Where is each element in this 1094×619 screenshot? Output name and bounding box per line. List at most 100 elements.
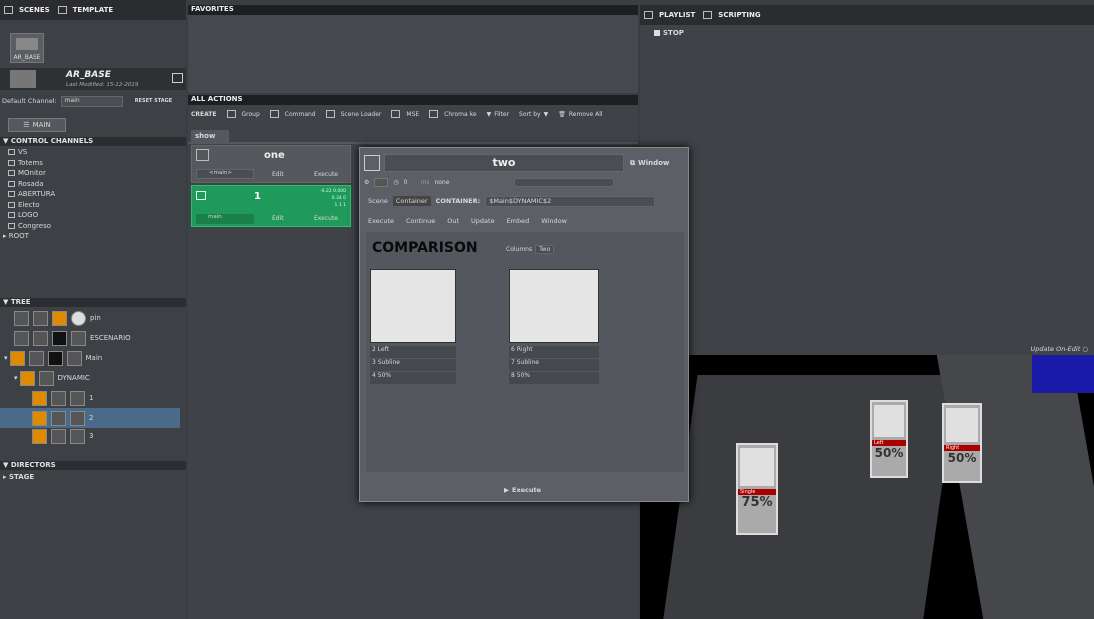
channel-icon: [8, 212, 15, 219]
chroma-key-button[interactable]: Chroma ke: [429, 110, 477, 118]
tree-header[interactable]: ▼ TREE: [0, 298, 186, 307]
filter-button[interactable]: ▼ Filter: [487, 111, 509, 118]
person-photo: [874, 405, 904, 437]
channel-item[interactable]: VS: [0, 147, 186, 158]
continue-button[interactable]: Continue: [406, 217, 435, 225]
action-card-1[interactable]: 1 -0.22 0.000 0.34 0 1 1 1 main Edit Exe…: [191, 185, 351, 227]
columns-select[interactable]: Columns Two: [506, 244, 555, 255]
default-channel-select[interactable]: main: [60, 95, 123, 107]
sort-by-button[interactable]: Sort by ▼: [519, 111, 548, 118]
card-1-execute[interactable]: Execute: [314, 215, 338, 222]
left-tabs: SCENES TEMPLATE: [0, 0, 186, 20]
person-photo: [946, 408, 978, 442]
tree-item-1[interactable]: 1: [0, 388, 180, 408]
tab-template[interactable]: TEMPLATE: [57, 6, 113, 14]
overlay-card-left: Left 50%: [870, 400, 908, 478]
group-icon: [226, 110, 236, 118]
card-one-channel[interactable]: <main>: [196, 169, 254, 179]
card-1-v2: 0.34 0: [331, 196, 346, 201]
channel-item[interactable]: LOGO: [0, 210, 186, 221]
tree-item-escenario[interactable]: ESCENARIO: [0, 328, 180, 348]
action-edit-dialog: two ⧉ Window ⚙ ◷ 0 ms none Scene Containe…: [359, 147, 689, 502]
main-button[interactable]: ☰ MAIN: [8, 118, 66, 132]
card-1-channel[interactable]: main: [196, 214, 254, 224]
window-button[interactable]: ⧉ Window: [630, 159, 669, 168]
upload-icon[interactable]: [172, 73, 183, 83]
color-swatch[interactable]: [374, 177, 389, 187]
tab-scripting[interactable]: SCRIPTING: [703, 11, 761, 19]
channel-icon: [8, 180, 15, 187]
channel-icon: [8, 201, 15, 208]
tab-show[interactable]: show: [191, 130, 229, 142]
card-one-execute[interactable]: Execute: [314, 171, 338, 178]
channel-item[interactable]: Congreso: [0, 221, 186, 232]
tab-scenes[interactable]: SCENES: [4, 6, 50, 14]
control-channels-header[interactable]: ▼ CONTROL CHANNELS: [0, 137, 186, 146]
reset-stage-button[interactable]: RESET STAGE: [135, 98, 172, 104]
container-tab[interactable]: Container: [392, 196, 431, 206]
scene-loader-button[interactable]: Scene Loader: [325, 110, 381, 118]
stop-button[interactable]: STOP: [654, 29, 684, 37]
remove-all-button[interactable]: 🗑 Remove All: [558, 111, 602, 118]
right-field-3[interactable]: 8 50%: [509, 372, 599, 384]
card-one-title: one: [264, 150, 285, 161]
left-field-3[interactable]: 4 50%: [370, 372, 456, 384]
scene-thumbnail[interactable]: AR_BASE: [10, 33, 44, 63]
viewport-3d[interactable]: Single 75% Left 50% Right 50%: [640, 355, 1094, 619]
execute-button[interactable]: Execute: [368, 217, 394, 225]
mse-button[interactable]: MSE: [391, 110, 419, 118]
dialog-settings-row: ⚙ ◷ 0 ms none: [364, 176, 686, 188]
channel-item[interactable]: ABERTURA: [0, 189, 186, 200]
update-on-edit-toggle[interactable]: Update On-Edit ○: [1030, 345, 1088, 353]
dialog-title[interactable]: two: [384, 154, 624, 172]
card-one-edit[interactable]: Edit: [272, 171, 284, 178]
root-item[interactable]: ▸ ROOT: [0, 231, 186, 241]
channel-item[interactable]: MOnitor: [0, 168, 186, 179]
action-card-one[interactable]: one <main> Edit Execute: [191, 145, 351, 183]
tree-item-dynamic[interactable]: ▾ DYNAMIC: [0, 368, 180, 388]
scenes-icon: [4, 6, 13, 14]
update-button[interactable]: Update: [471, 217, 495, 225]
right-field-2[interactable]: 7 Subline: [509, 359, 599, 371]
tree-item-2[interactable]: 2: [0, 408, 180, 428]
dialog-actions-row: Execute Continue Out Update Embed Window: [368, 214, 688, 228]
channel-item[interactable]: Totems: [0, 158, 186, 169]
left-field-1[interactable]: 2 Left: [370, 346, 456, 358]
card-1-v1: -0.22 0.000: [320, 189, 346, 194]
out-button[interactable]: Out: [447, 217, 459, 225]
dialog-type-icon: [364, 155, 380, 171]
mse-icon: [391, 110, 401, 118]
channel-item[interactable]: Rosada: [0, 179, 186, 190]
channel-select[interactable]: [514, 177, 615, 187]
main-icon: ☰: [23, 121, 30, 129]
none-value[interactable]: none: [434, 179, 449, 186]
tree-item-3[interactable]: 3: [0, 428, 180, 444]
channel-list: VS Totems MOnitor Rosada ABERTURA Electo…: [0, 147, 186, 241]
group-button[interactable]: Group: [226, 110, 260, 118]
card-1-edit[interactable]: Edit: [272, 215, 284, 222]
scene-info-thumb: [10, 70, 36, 88]
stage-item[interactable]: ▸ STAGE: [3, 473, 34, 481]
template-icon: [57, 6, 67, 14]
delay-unit: ms: [420, 178, 430, 186]
scene-thumb-icon: [16, 38, 38, 50]
tree-item-main[interactable]: ▾ Main: [0, 348, 180, 368]
playlist-icon: [644, 11, 653, 19]
command-button[interactable]: Command: [269, 110, 316, 118]
window-icon: ⧉: [630, 158, 635, 167]
delay-value[interactable]: 0: [404, 179, 408, 186]
right-field-1[interactable]: 6 Right: [509, 346, 599, 358]
scene-tab[interactable]: Scene: [368, 197, 388, 205]
directors-header[interactable]: ▼ DIRECTORS: [0, 461, 186, 470]
tree-item-pin[interactable]: pin: [0, 308, 180, 328]
left-photo[interactable]: [370, 269, 456, 343]
window-button-2[interactable]: Window: [541, 217, 567, 225]
footer-execute-button[interactable]: ▶ Execute: [504, 486, 541, 494]
card-one-icon: [196, 149, 209, 161]
embed-button[interactable]: Embed: [507, 217, 530, 225]
channel-item[interactable]: Electo: [0, 200, 186, 211]
container-path[interactable]: $Main$DYNAMIC$2: [485, 195, 656, 207]
left-field-2[interactable]: 3 Subline: [370, 359, 456, 371]
tab-playlist[interactable]: PLAYLIST: [644, 11, 695, 19]
right-photo[interactable]: [509, 269, 599, 343]
